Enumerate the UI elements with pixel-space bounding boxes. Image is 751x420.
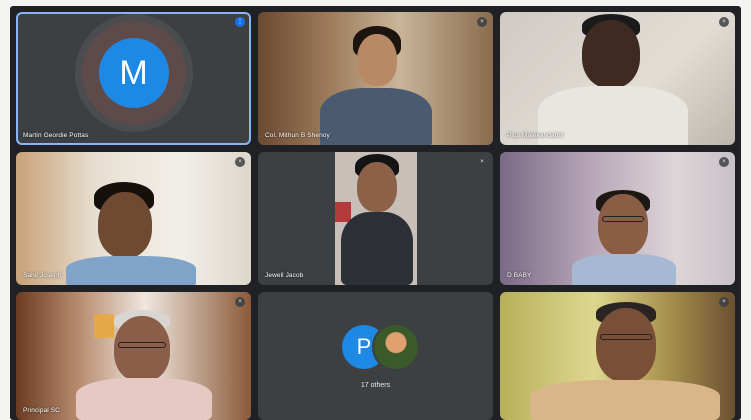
participant-name: Sahil Joseph <box>23 272 62 279</box>
avatar <box>372 323 420 371</box>
participant-tile-5[interactable]: × Jewell Jacob <box>258 152 493 285</box>
participant-name: Col. Mithun B Shenoy <box>265 132 330 139</box>
avatar: M <box>98 37 169 108</box>
mic-off-icon: × <box>719 297 729 307</box>
glasses <box>118 342 166 348</box>
others-tile[interactable]: P 17 others <box>258 292 493 420</box>
glasses <box>602 216 644 222</box>
mic-off-icon: × <box>235 297 245 307</box>
glasses <box>600 334 652 340</box>
participant-tile-2[interactable]: × Col. Mithun B Shenoy <box>258 12 493 145</box>
mic-off-icon: × <box>719 157 729 167</box>
audio-level-icon: ⋮ <box>235 17 245 27</box>
participant-name: Jewell Jacob <box>265 272 304 279</box>
mic-off-icon: × <box>235 157 245 167</box>
participant-name: Principal SC <box>23 407 60 414</box>
participant-tile-4[interactable]: × Sahil Joseph <box>16 152 251 285</box>
participant-tile-8[interactable]: × <box>500 292 735 420</box>
mic-off-icon: × <box>477 157 487 167</box>
participant-tile-6[interactable]: × D BABY <box>500 152 735 285</box>
meeting-grid: M ⋮ Martin Geordie Pottas × Col. Mithun … <box>10 6 741 420</box>
video-feed <box>335 152 417 285</box>
participant-name: Martin Geordie Pottas <box>23 132 89 139</box>
participant-name: D BABY <box>507 272 532 279</box>
participant-tile-7[interactable]: × Principal SC <box>16 292 251 420</box>
mic-off-icon: × <box>477 17 487 27</box>
others-count-label: 17 others <box>360 382 391 389</box>
participant-tile-1[interactable]: M ⋮ Martin Geordie Pottas <box>16 12 251 145</box>
mic-off-icon: × <box>719 17 729 27</box>
participant-tile-3[interactable]: × Pius Malekandathil <box>500 12 735 145</box>
participant-name: Pius Malekandathil <box>507 132 564 139</box>
